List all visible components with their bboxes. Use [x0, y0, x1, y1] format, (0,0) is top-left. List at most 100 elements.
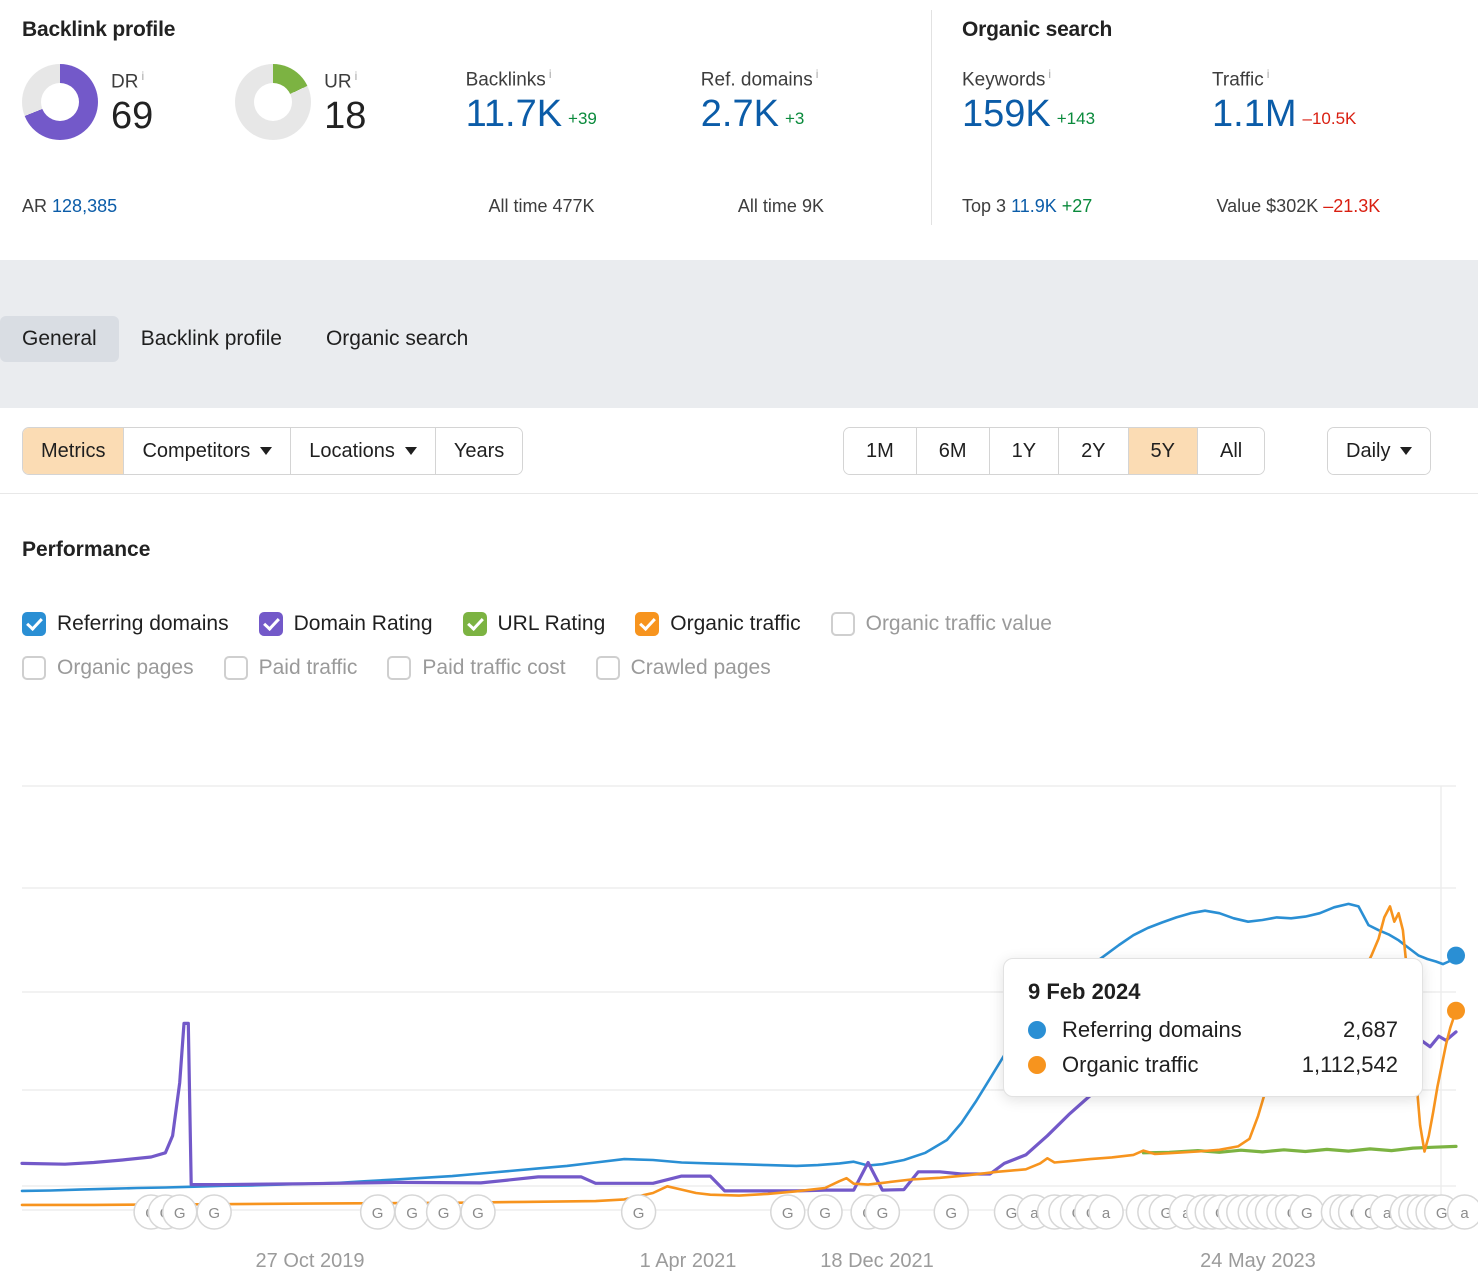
keywords-metric[interactable]: Keywordsi 159K+143	[962, 64, 1212, 141]
backlinks-label: Backlinksi	[466, 64, 701, 90]
legend-label: Organic traffic value	[866, 612, 1052, 636]
checkbox-icon[interactable]	[831, 612, 855, 636]
url-rating-label: URi	[324, 66, 366, 92]
filter-label: Years	[454, 440, 504, 463]
google-update-annotation-icon[interactable]: G	[395, 1195, 429, 1229]
info-icon[interactable]: i	[355, 69, 358, 83]
checkbox-icon[interactable]	[596, 656, 620, 680]
tab-organic-search[interactable]: Organic search	[304, 316, 490, 362]
url-rating-donut-icon	[235, 64, 311, 140]
svg-text:G: G	[782, 1205, 794, 1222]
google-update-annotation-icon[interactable]: G	[197, 1195, 231, 1229]
backlinks-value[interactable]: 11.7K+39	[466, 92, 701, 141]
legend-item-paid-traffic[interactable]: Paid traffic	[224, 656, 358, 680]
range-button-5y[interactable]: 5Y	[1129, 428, 1198, 474]
keywords-delta: +143	[1057, 109, 1095, 128]
svg-text:a: a	[1102, 1205, 1111, 1222]
svg-text:G: G	[1301, 1205, 1313, 1222]
checkbox-icon[interactable]	[22, 656, 46, 680]
legend-label: Organic traffic	[670, 612, 800, 636]
range-button-2y[interactable]: 2Y	[1059, 428, 1128, 474]
ahrefs-annotation-icon[interactable]: a	[1448, 1195, 1478, 1229]
svg-text:G: G	[174, 1205, 186, 1222]
tab-strip: GeneralBacklink profileOrganic search	[0, 260, 1478, 408]
keywords-value[interactable]: 159K+143	[962, 92, 1212, 141]
info-icon[interactable]: i	[816, 67, 819, 81]
google-update-annotation-icon[interactable]: G	[427, 1195, 461, 1229]
google-update-annotation-icon[interactable]: G	[163, 1195, 197, 1229]
legend-item-organic-traffic[interactable]: Organic traffic	[635, 612, 800, 636]
filter-button-locations[interactable]: Locations	[291, 428, 436, 474]
google-update-annotation-icon[interactable]: G	[461, 1195, 495, 1229]
legend-label: Paid traffic	[259, 656, 358, 680]
chevron-down-icon	[1400, 447, 1412, 455]
google-update-annotation-icon[interactable]: G	[1290, 1195, 1324, 1229]
metrics-summary-bar: Backlink profile DRi 69 URi	[0, 0, 1478, 248]
checkbox-icon[interactable]	[22, 612, 46, 636]
url-rating-metric[interactable]: URi 18	[235, 64, 465, 140]
ref-domains-label: Ref. domainsi	[701, 64, 912, 90]
traffic-metric[interactable]: Traffici 1.1M–10.5K	[1212, 64, 1356, 141]
backlink-subrow: AR 128,385 All time 477K All time 9K	[22, 196, 824, 217]
ahrefs-annotation-icon[interactable]: a	[1089, 1195, 1123, 1229]
legend-item-crawled-pages[interactable]: Crawled pages	[596, 656, 771, 680]
legend-row-primary: Referring domains Domain Rating URL Rating…	[22, 612, 1452, 636]
info-icon[interactable]: i	[1048, 67, 1051, 81]
legend-item-domain-rating[interactable]: Domain Rating	[259, 612, 433, 636]
performance-legend: Referring domains Domain Rating URL Rating…	[22, 612, 1452, 700]
range-button-all[interactable]: All	[1198, 428, 1264, 474]
filter-button-years[interactable]: Years	[436, 428, 522, 474]
checkbox-icon[interactable]	[224, 656, 248, 680]
filter-label: Locations	[309, 440, 395, 463]
ref-domains-metric[interactable]: Ref. domainsi 2.7K+3	[701, 64, 912, 141]
google-update-annotation-icon[interactable]: G	[865, 1195, 899, 1229]
google-update-annotation-icon[interactable]: G	[771, 1195, 805, 1229]
checkbox-icon[interactable]	[463, 612, 487, 636]
tab-general[interactable]: General	[0, 316, 119, 362]
svg-text:G: G	[372, 1205, 384, 1222]
backlink-profile-panel: Backlink profile DRi 69 URi	[22, 18, 912, 141]
filters-button-group: Metrics Competitors Locations Years	[22, 427, 523, 475]
filter-button-metrics[interactable]: Metrics	[23, 428, 124, 474]
panel-divider	[931, 10, 932, 225]
tooltip-row: Referring domains2,687	[1028, 1017, 1398, 1043]
google-update-annotation-icon[interactable]: G	[934, 1195, 968, 1229]
google-update-annotation-icon[interactable]: G	[622, 1195, 656, 1229]
info-icon[interactable]: i	[549, 67, 552, 81]
google-update-annotation-icon[interactable]: G	[361, 1195, 395, 1229]
legend-item-paid-traffic-cost[interactable]: Paid traffic cost	[387, 656, 565, 680]
filter-button-competitors[interactable]: Competitors	[124, 428, 291, 474]
ahrefs-rank-value: 128,385	[52, 196, 117, 216]
domain-rating-metric[interactable]: DRi 69	[22, 64, 235, 140]
ref-domains-value[interactable]: 2.7K+3	[701, 92, 912, 141]
granularity-button[interactable]: Daily	[1328, 428, 1430, 474]
top3-metric[interactable]: Top 3 11.9K +27	[962, 196, 1212, 217]
traffic-value[interactable]: 1.1M–10.5K	[1212, 92, 1356, 141]
ahrefs-rank-metric[interactable]: AR 128,385	[22, 196, 484, 217]
svg-text:a: a	[1460, 1205, 1469, 1222]
checkbox-icon[interactable]	[387, 656, 411, 680]
filter-label: Metrics	[41, 440, 105, 463]
legend-item-organic-pages[interactable]: Organic pages	[22, 656, 194, 680]
google-update-annotation-icon[interactable]: G	[808, 1195, 842, 1229]
tooltip-series-name: Referring domains	[1062, 1017, 1242, 1043]
series-color-dot-icon	[1028, 1056, 1046, 1074]
tab-backlink-profile[interactable]: Backlink profile	[119, 316, 304, 362]
tooltip-row: Organic traffic1,112,542	[1028, 1052, 1398, 1078]
legend-label: Paid traffic cost	[422, 656, 565, 680]
backlinks-alltime-value: 477K	[552, 196, 594, 216]
backlinks-metric[interactable]: Backlinksi 11.7K+39	[466, 64, 701, 141]
legend-item-referring-domains[interactable]: Referring domains	[22, 612, 229, 636]
domain-rating-donut-icon	[22, 64, 98, 140]
range-button-1y[interactable]: 1Y	[990, 428, 1059, 474]
checkbox-icon[interactable]	[635, 612, 659, 636]
legend-item-url-rating[interactable]: URL Rating	[463, 612, 606, 636]
legend-item-organic-traffic-value[interactable]: Organic traffic value	[831, 612, 1052, 636]
performance-title: Performance	[22, 538, 150, 562]
info-icon[interactable]: i	[1267, 67, 1270, 81]
organic-search-title: Organic search	[962, 18, 1462, 42]
range-button-1m[interactable]: 1M	[844, 428, 917, 474]
range-button-6m[interactable]: 6M	[917, 428, 990, 474]
checkbox-icon[interactable]	[259, 612, 283, 636]
info-icon[interactable]: i	[141, 69, 144, 83]
